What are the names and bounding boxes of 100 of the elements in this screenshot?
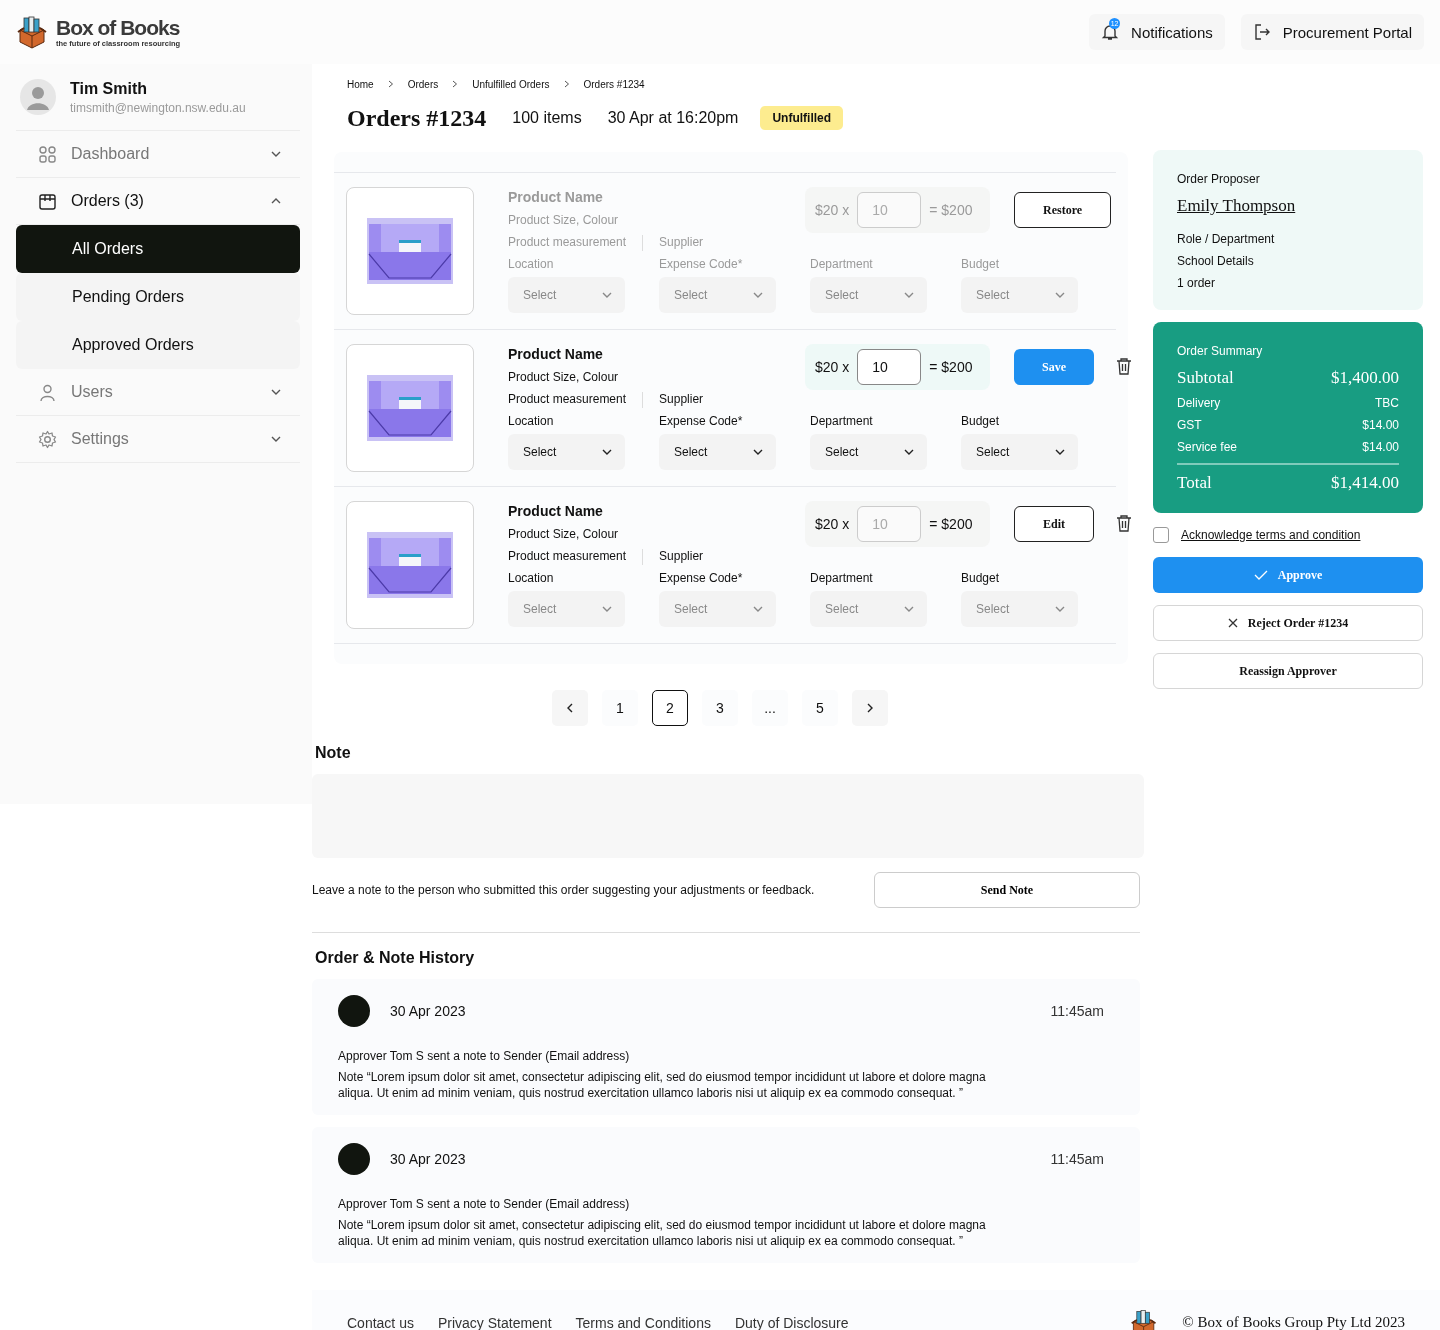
field-label: Expense Code*	[659, 414, 744, 428]
dashboard-icon	[38, 144, 57, 164]
sidebar-subitem[interactable]: All Orders	[16, 225, 300, 273]
summary-label: GST	[1177, 418, 1202, 432]
field-label: Location	[508, 414, 555, 428]
trash-icon[interactable]	[1116, 514, 1132, 532]
select-field[interactable]: Select	[508, 434, 625, 470]
logo-icon	[1130, 1307, 1159, 1330]
unit-price: $20 x	[815, 359, 850, 375]
close-icon	[1227, 618, 1238, 628]
unit-price: $20 x	[815, 202, 850, 218]
field-label: Department	[810, 571, 874, 585]
select-field[interactable]: Select	[961, 434, 1078, 470]
product-supplier: Supplier	[659, 549, 704, 565]
card-heading: Order Summary	[1177, 344, 1264, 358]
product-name: Product Name	[508, 189, 604, 205]
quantity-field[interactable]: 10	[857, 349, 922, 385]
section-heading: Note	[314, 744, 352, 762]
entry-time: 11:45am	[1050, 1003, 1104, 1019]
select-field[interactable]: Select	[810, 434, 927, 470]
product-variant: Product Size, Colour	[508, 370, 620, 384]
settings-icon	[38, 429, 57, 449]
summary-label: Service fee	[1177, 440, 1238, 454]
user-icon	[38, 382, 57, 402]
entry-time: 11:45am	[1050, 1151, 1104, 1167]
entry-summary: Approver Tom S sent a note to Sender (Email address)	[338, 1049, 631, 1063]
line-total: = $200	[929, 516, 973, 532]
line-total: = $200	[929, 359, 973, 375]
item-count: 100 items	[512, 109, 582, 127]
breadcrumb-link[interactable]: Orders	[407, 78, 439, 90]
calendar-icon	[38, 191, 57, 211]
order-date: 30 Apr at 16:20pm	[607, 109, 739, 127]
avatar	[338, 995, 370, 1027]
product-measurement: Product measurement	[508, 392, 627, 408]
avatar	[338, 1143, 370, 1175]
exit-icon	[1252, 23, 1271, 41]
copyright: © Box of Books Group Pty Ltd 2023	[1182, 1314, 1405, 1330]
footer-link[interactable]: Contact us	[347, 1314, 414, 1330]
breadcrumb-link[interactable]: Orders #1234	[583, 78, 645, 90]
page-button[interactable]: 2	[652, 690, 688, 726]
sidebar-item[interactable]: Users	[16, 369, 300, 416]
field-label: Department	[810, 257, 874, 271]
sidebar-item[interactable]: Dashboard	[16, 131, 300, 178]
send-note-button[interactable]: Send Note	[874, 872, 1140, 908]
section-heading: Order & Note History	[314, 949, 476, 967]
card-heading: Order Proposer	[1177, 172, 1261, 186]
proposer-detail: Role / Department	[1177, 232, 1276, 246]
proposer-detail: School Details	[1177, 254, 1255, 268]
field-label: Budget	[961, 571, 1001, 585]
footer-link[interactable]: Terms and Conditions	[575, 1314, 711, 1330]
field-label: Budget	[961, 414, 1001, 428]
product-name: Product Name	[508, 503, 604, 519]
summary-value: $14.00	[1362, 418, 1399, 432]
breadcrumb-link[interactable]: Home	[347, 78, 374, 90]
select-field[interactable]: Select	[659, 434, 776, 470]
total-value: $1,414.00	[1331, 473, 1399, 493]
edit-button[interactable]: Edit	[1014, 506, 1094, 542]
footer-link[interactable]: Duty of Disclosure	[734, 1314, 849, 1330]
brand-name: Box of Books	[56, 16, 181, 39]
portal-button[interactable]: Procurement Portal	[1240, 14, 1424, 50]
proposer-name[interactable]: Emily Thompson	[1177, 196, 1296, 216]
reassign-button[interactable]: Reassign Approver	[1153, 653, 1423, 689]
sidebar-item[interactable]: Settings	[16, 416, 300, 463]
entry-note: Note “Lorem ipsum dolor sit amet, consectetur adipiscing elit, sed do eiusmod tempor incididunt ut labore et dolore magna aliqua. Ut enim ad minim veniam, quis nostrud exercitation ullamco laboris nisi ut aliquip ex ea commodo consequat. ”	[338, 1069, 987, 1101]
summary-value: TBC	[1375, 396, 1399, 410]
entry-date: 30 Apr 2023	[390, 1003, 467, 1019]
page-button[interactable]: 5	[802, 690, 838, 726]
page-button[interactable]: ...	[752, 690, 788, 726]
product-measurement: Product measurement	[508, 235, 627, 251]
field-label: Location	[508, 257, 555, 271]
chevron-right-icon	[452, 80, 459, 88]
reject-button[interactable]: Reject Order #1234	[1153, 605, 1423, 641]
page-button[interactable]: 3	[702, 690, 738, 726]
page-button[interactable]: 1	[602, 690, 638, 726]
bell-icon	[1101, 23, 1120, 41]
status-badge: Unfulfilled	[760, 106, 844, 130]
total-label: Total	[1177, 473, 1212, 493]
avatar	[20, 79, 56, 115]
chevron-right-icon	[387, 80, 394, 88]
sidebar-subitem[interactable]: Pending Orders	[16, 273, 300, 321]
unit-price: $20 x	[815, 516, 850, 532]
terms-link[interactable]: Acknowledge terms and condition	[1181, 528, 1361, 542]
trash-icon[interactable]	[1116, 357, 1132, 375]
restore-button[interactable]: Restore	[1014, 192, 1112, 228]
field-label: Expense Code*	[659, 257, 744, 271]
order-title: Orders #1234	[347, 104, 487, 132]
note-hint: Leave a note to the person who submitted this order suggesting your adjustments or feedback.	[312, 883, 815, 897]
user-email: timsmith@newington.nsw.edu.au	[70, 100, 246, 115]
summary-value: $14.00	[1362, 440, 1399, 454]
chevron-right-icon	[563, 80, 570, 88]
field-label: Budget	[961, 257, 1001, 271]
summary-value: $1,400.00	[1331, 368, 1399, 388]
sidebar-subitem[interactable]: Approved Orders	[16, 321, 300, 369]
breadcrumb-link[interactable]: Unfulfilled Orders	[472, 78, 550, 90]
entry-note: Note “Lorem ipsum dolor sit amet, consectetur adipiscing elit, sed do eiusmod tempor incididunt ut labore et dolore magna aliqua. Ut enim ad minim veniam, quis nostrud exercitation ullamco laboris nisi ut aliquip ex ea commodo consequat. ”	[338, 1217, 987, 1249]
summary-label: Subtotal	[1177, 368, 1234, 388]
footer-link[interactable]: Privacy Statement	[437, 1314, 552, 1330]
terms-checkbox[interactable]	[1153, 527, 1169, 543]
field-label: Department	[810, 414, 874, 428]
check-icon	[1253, 569, 1268, 581]
